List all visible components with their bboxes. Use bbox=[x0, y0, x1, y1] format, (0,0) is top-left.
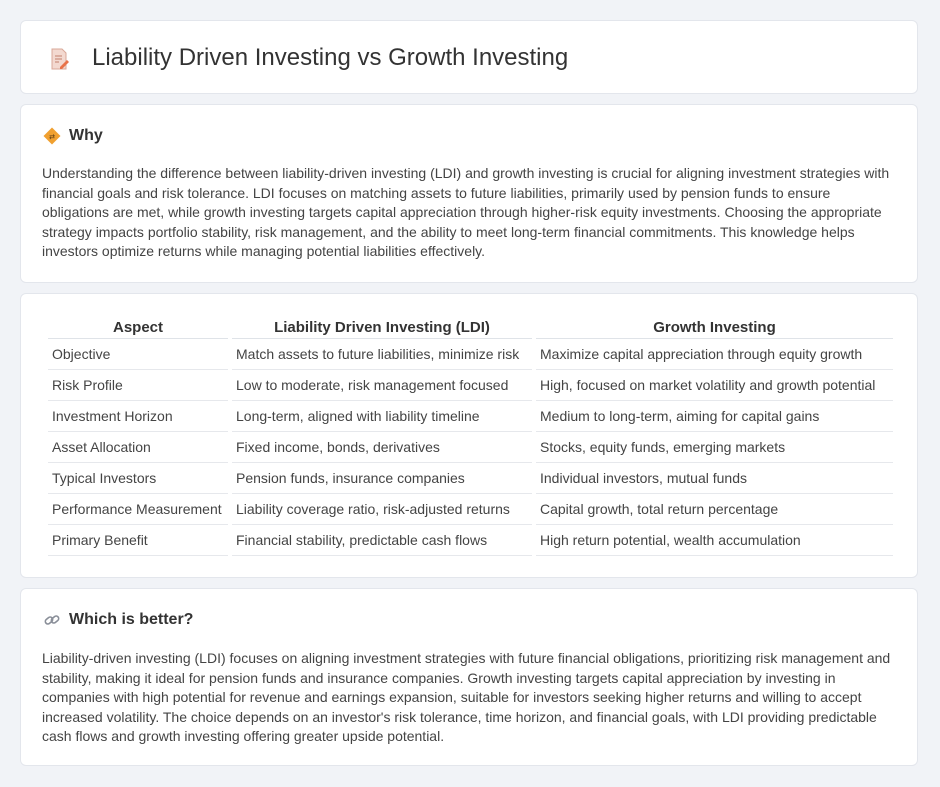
why-section: ⇄ Why Understanding the difference betwe… bbox=[20, 104, 918, 283]
diamond-sign-icon: ⇄ bbox=[43, 127, 61, 145]
cell-growth: High return potential, wealth accumulati… bbox=[536, 525, 893, 556]
svg-text:⇄: ⇄ bbox=[49, 133, 55, 141]
which-is-better-section: Which is better? Liability-driven invest… bbox=[20, 588, 918, 766]
why-text: Understanding the difference between lia… bbox=[42, 165, 890, 260]
cell-aspect: Investment Horizon bbox=[48, 401, 228, 432]
table-row: Risk Profile Low to moderate, risk manag… bbox=[48, 370, 893, 401]
title-card: Liability Driven Investing vs Growth Inv… bbox=[20, 20, 918, 94]
cell-aspect: Performance Measurement bbox=[48, 494, 228, 525]
table-row: Asset Allocation Fixed income, bonds, de… bbox=[48, 432, 893, 463]
column-header-aspect: Aspect bbox=[48, 316, 228, 339]
cell-aspect: Asset Allocation bbox=[48, 432, 228, 463]
cell-growth: Individual investors, mutual funds bbox=[536, 463, 893, 494]
cell-growth: Medium to long-term, aiming for capital … bbox=[536, 401, 893, 432]
cell-ldi: Liability coverage ratio, risk-adjusted … bbox=[232, 494, 532, 525]
cell-growth: Stocks, equity funds, emerging markets bbox=[536, 432, 893, 463]
column-header-growth: Growth Investing bbox=[536, 316, 893, 339]
cell-ldi: Match assets to future liabilities, mini… bbox=[232, 339, 532, 370]
comparison-table: Aspect Liability Driven Investing (LDI) … bbox=[44, 316, 897, 556]
link-icon bbox=[44, 615, 60, 625]
cell-aspect: Objective bbox=[48, 339, 228, 370]
document-pencil-icon bbox=[51, 48, 69, 70]
cell-ldi: Long-term, aligned with liability timeli… bbox=[232, 401, 532, 432]
cell-growth: High, focused on market volatility and g… bbox=[536, 370, 893, 401]
table-header-row: Aspect Liability Driven Investing (LDI) … bbox=[48, 316, 893, 339]
cell-aspect: Primary Benefit bbox=[48, 525, 228, 556]
why-heading-row: ⇄ Why bbox=[43, 127, 103, 145]
cell-growth: Capital growth, total return percentage bbox=[536, 494, 893, 525]
table-row: Investment Horizon Long-term, aligned wi… bbox=[48, 401, 893, 432]
column-header-ldi: Liability Driven Investing (LDI) bbox=[232, 316, 532, 339]
table-row: Typical Investors Pension funds, insuran… bbox=[48, 463, 893, 494]
better-heading-row: Which is better? bbox=[43, 611, 193, 629]
cell-aspect: Typical Investors bbox=[48, 463, 228, 494]
table-row: Objective Match assets to future liabili… bbox=[48, 339, 893, 370]
cell-aspect: Risk Profile bbox=[48, 370, 228, 401]
better-text: Liability-driven investing (LDI) focuses… bbox=[42, 650, 891, 745]
cell-ldi: Pension funds, insurance companies bbox=[232, 463, 532, 494]
cell-ldi: Fixed income, bonds, derivatives bbox=[232, 432, 532, 463]
better-heading: Which is better? bbox=[69, 611, 194, 628]
why-heading: Why bbox=[69, 127, 103, 144]
cell-ldi: Low to moderate, risk management focused bbox=[232, 370, 532, 401]
page-title: Liability Driven Investing vs Growth Inv… bbox=[92, 44, 569, 71]
cell-growth: Maximize capital appreciation through eq… bbox=[536, 339, 893, 370]
table-row: Performance Measurement Liability covera… bbox=[48, 494, 893, 525]
comparison-table-card: Aspect Liability Driven Investing (LDI) … bbox=[20, 293, 918, 578]
table-row: Primary Benefit Financial stability, pre… bbox=[48, 525, 893, 556]
cell-ldi: Financial stability, predictable cash fl… bbox=[232, 525, 532, 556]
